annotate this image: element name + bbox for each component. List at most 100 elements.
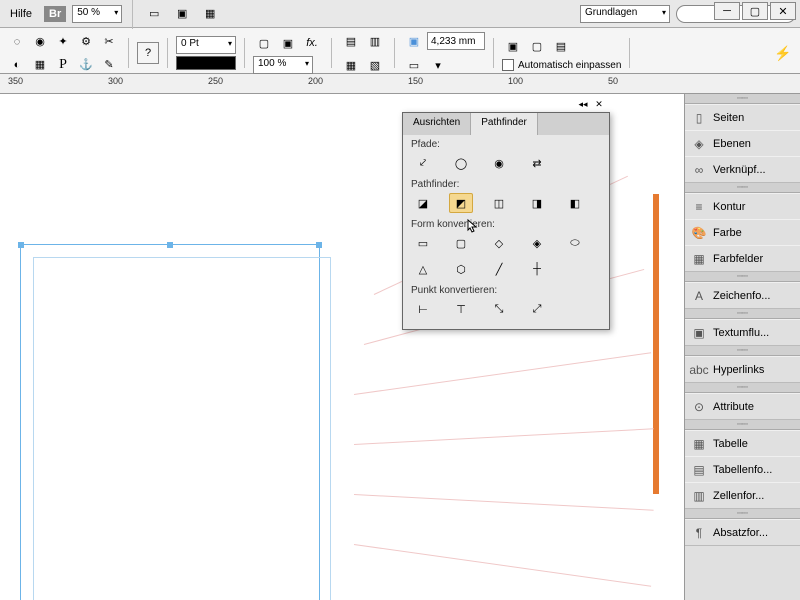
pathfinder-label: Pathfinder: [411,179,601,190]
minus-back-icon[interactable]: ◧ [563,193,587,213]
panel-verknuepf[interactable]: ∞Verknüpf... [685,156,800,182]
help-icon[interactable]: ? [137,42,159,64]
crop-icon[interactable]: ▣ [403,30,425,52]
attributes-icon: ⊙ [691,399,707,415]
panel-grip[interactable]: ┅┅┅ [685,309,800,319]
panel-farbfelder[interactable]: ▦Farbfelder [685,245,800,271]
rect-icon[interactable]: ▭ [411,233,435,253]
join-path-icon[interactable]: ⤦ [411,153,435,173]
panel-collapse-icon[interactable]: ◂◂ [577,99,589,111]
selected-frame[interactable] [20,244,320,600]
paths-label: Pfade: [411,139,601,150]
view-mode-2-icon[interactable]: ▣ [171,3,193,25]
autofit-checkbox[interactable] [502,59,514,71]
measure-input[interactable] [427,32,485,50]
bridge-button[interactable]: Br [44,6,66,22]
chevron-down-icon[interactable]: ▾ [427,54,449,76]
tool-icon[interactable]: ✦ [52,31,74,53]
panel-zellenfor[interactable]: ▥Zellenfor... [685,482,800,508]
panel-attribute[interactable]: ⊙Attribute [685,393,800,419]
fx-icon[interactable]: ▢ [253,32,275,54]
shape-icon[interactable]: ▭ [403,54,425,76]
close-path-icon[interactable]: ◉ [487,153,511,173]
symmetrical-point-icon[interactable]: ⤢ [525,299,549,319]
polygon-icon[interactable]: ⬡ [449,259,473,279]
tool-icon[interactable]: ◌ [6,31,28,53]
minimize-button[interactable]: ─ [714,2,740,20]
pages-icon: ▯ [691,110,707,126]
panel-grip[interactable]: ┅┅┅ [685,272,800,282]
table-styles-icon: ▤ [691,462,707,478]
stroke-icon: ≡ [691,199,707,215]
panel-farbe[interactable]: 🎨Farbe [685,219,800,245]
tab-align[interactable]: Ausrichten [403,113,471,135]
triangle-icon[interactable]: △ [411,259,435,279]
fit-icon[interactable]: ▢ [526,35,548,57]
panel-kontur[interactable]: ≡Kontur [685,193,800,219]
lightning-icon[interactable]: ⚡ [772,42,794,64]
open-path-icon[interactable]: ◯ [449,153,473,173]
textwrap-icon: ▣ [691,325,707,341]
tool-icon[interactable]: P [52,54,74,76]
panel-grip[interactable]: ┅┅┅ [685,183,800,193]
panel-seiten[interactable]: ▯Seiten [685,104,800,130]
panel-tabellenfo[interactable]: ▤Tabellenfo... [685,456,800,482]
panel-grip[interactable]: ┅┅┅ [685,420,800,430]
align-icon[interactable]: ▧ [364,54,386,76]
panel-tabelle[interactable]: ▦Tabelle [685,430,800,456]
rounded-rect-icon[interactable]: ▢ [449,233,473,253]
opacity-input[interactable]: 100 % [253,56,313,74]
right-panel-dock: ┅┅┅ ▯Seiten ◈Ebenen ∞Verknüpf... ┅┅┅ ≡Ko… [684,94,800,600]
panel-close-icon[interactable]: ✕ [593,99,605,111]
panel-zeichenfo[interactable]: AZeichenfo... [685,282,800,308]
zoom-dropdown[interactable]: 50 % [72,5,122,23]
plain-point-icon[interactable]: ⊢ [411,299,435,319]
view-mode-1-icon[interactable]: ▭ [143,3,165,25]
line-icon[interactable]: ╱ [487,259,511,279]
workspace-dropdown[interactable]: Grundlagen [580,5,670,23]
maximize-button[interactable]: ▢ [742,2,768,20]
exclude-shape-icon[interactable]: ◨ [525,193,549,213]
fx-icon[interactable]: fx. [301,32,323,54]
panel-grip[interactable]: ┅┅┅ [685,94,800,104]
help-menu[interactable]: Hilfe [4,8,38,20]
tool-icon[interactable]: ✎ [98,54,120,76]
tab-pathfinder[interactable]: Pathfinder [471,113,538,135]
pathfinder-panel[interactable]: ◂◂ ✕ Ausrichten Pathfinder Pfade: ⤦ ◯ ◉ … [402,112,610,330]
panel-grip[interactable]: ┅┅┅ [685,509,800,519]
fit-icon[interactable]: ▤ [550,35,572,57]
align-icon[interactable]: ▤ [340,30,362,52]
corner-point-icon[interactable]: ⊤ [449,299,473,319]
inverse-rounded-icon[interactable]: ◈ [525,233,549,253]
beveled-rect-icon[interactable]: ◇ [487,233,511,253]
tool-icon[interactable]: ⚙ [75,31,97,53]
panel-ebenen[interactable]: ◈Ebenen [685,130,800,156]
fit-icon[interactable]: ▣ [502,35,524,57]
reverse-path-icon[interactable]: ⇄ [525,153,549,173]
align-icon[interactable]: ▥ [364,30,386,52]
orthogonal-line-icon[interactable]: ┼ [525,259,549,279]
subtract-shape-icon[interactable]: ◩ [449,193,473,213]
view-mode-3-icon[interactable]: ▦ [199,3,221,25]
fill-swatch[interactable] [176,56,236,70]
tool-icon[interactable]: ⚓ [75,54,97,76]
panel-textumflu[interactable]: ▣Textumflu... [685,319,800,345]
color-icon: 🎨 [691,225,707,241]
align-icon[interactable]: ▦ [340,54,362,76]
table-icon: ▦ [691,436,707,452]
add-shape-icon[interactable]: ◪ [411,193,435,213]
panel-grip[interactable]: ┅┅┅ [685,346,800,356]
tool-icon[interactable]: ◉ [29,31,51,53]
tool-icon[interactable]: ✂ [98,31,120,53]
fx-icon[interactable]: ▣ [277,32,299,54]
stroke-weight-input[interactable]: 0 Pt [176,36,236,54]
ellipse-icon[interactable]: ⬭ [563,233,587,253]
tool-icon[interactable]: ◐ [6,54,28,76]
intersect-shape-icon[interactable]: ◫ [487,193,511,213]
panel-absatzfor[interactable]: ¶Absatzfor... [685,519,800,545]
tool-icon[interactable]: ▦ [29,54,51,76]
close-button[interactable]: ✕ [770,2,796,20]
panel-hyperlinks[interactable]: abcHyperlinks [685,356,800,382]
panel-grip[interactable]: ┅┅┅ [685,383,800,393]
smooth-point-icon[interactable]: ⤡ [487,299,511,319]
